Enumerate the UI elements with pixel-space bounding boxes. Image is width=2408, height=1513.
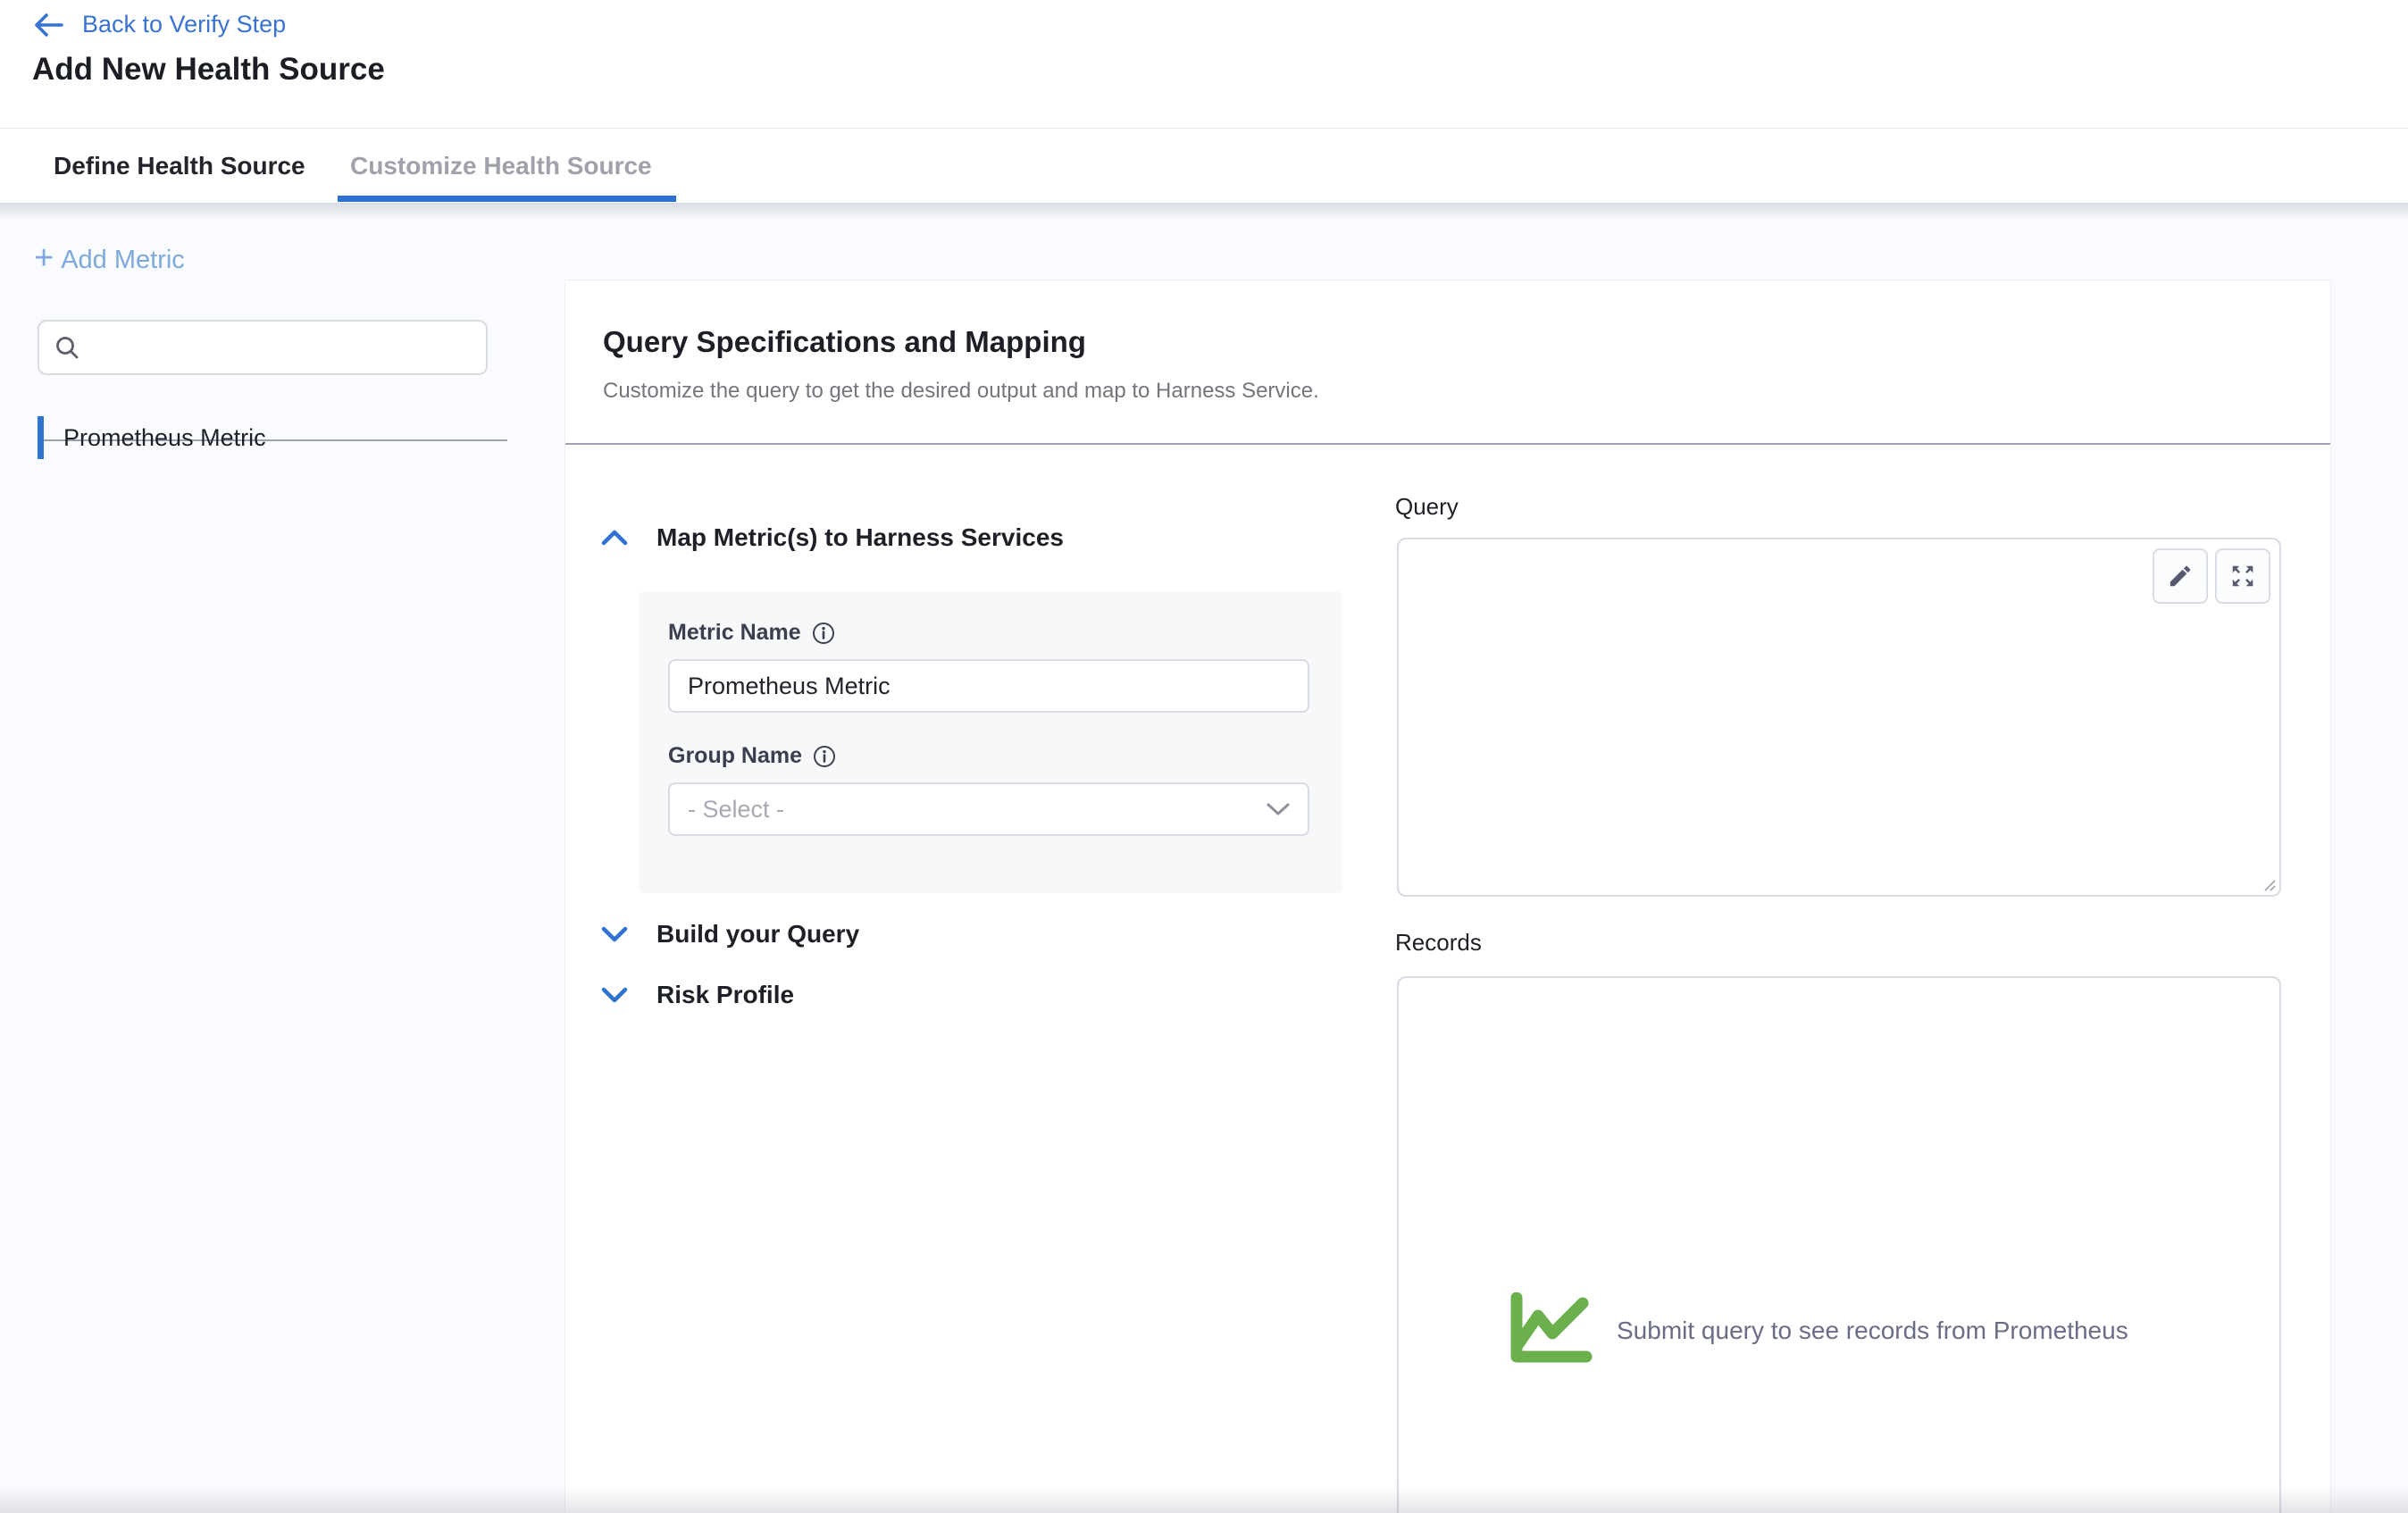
plus-icon: + — [34, 241, 54, 275]
add-metric-button[interactable]: + Add Metric — [34, 245, 185, 275]
selected-item-indicator — [38, 416, 44, 459]
query-editor-box — [1397, 538, 2281, 897]
search-icon — [54, 334, 80, 361]
metric-name-label-row: Metric Name — [668, 620, 835, 646]
group-name-select[interactable]: - Select - — [668, 782, 1309, 836]
expand-icon — [2229, 563, 2256, 589]
line-chart-icon — [1504, 1292, 1597, 1369]
records-box: Submit query to see records from Prometh… — [1397, 976, 2281, 1513]
panel-subtitle: Customize the query to get the desired o… — [603, 379, 1319, 404]
content-area: + Add Metric Prometheus Metric Query Spe… — [0, 202, 2408, 1513]
panel-header-divider — [565, 443, 2330, 445]
metric-name-input[interactable] — [668, 659, 1309, 713]
tab-define-health-source[interactable]: Define Health Source — [54, 129, 305, 203]
health-source-tabbar: Define Health Source Customize Health So… — [0, 128, 2408, 203]
add-metric-label: Add Metric — [61, 246, 185, 275]
records-empty-state: Submit query to see records from Prometh… — [1504, 1292, 2128, 1369]
query-textarea[interactable] — [1399, 539, 2279, 895]
page-title: Add New Health Source — [32, 52, 385, 88]
info-icon[interactable] — [813, 745, 836, 768]
section-map-metrics-title: Map Metric(s) to Harness Services — [656, 523, 1064, 552]
resize-handle[interactable] — [2261, 876, 2277, 892]
metric-list-item-prometheus[interactable]: Prometheus Metric — [38, 416, 266, 459]
section-build-query-title: Build your Query — [656, 920, 859, 949]
add-health-source-page: Back to Verify Step Add New Health Sourc… — [0, 0, 2408, 1513]
map-metrics-form-card: Metric Name Group Name — [639, 591, 1342, 893]
section-map-metrics-header[interactable]: Map Metric(s) to Harness Services — [601, 523, 1064, 552]
back-to-verify-step-link[interactable]: Back to Verify Step — [32, 11, 286, 38]
chevron-down-icon — [601, 924, 628, 944]
edit-query-button[interactable] — [2153, 548, 2208, 604]
tab-customize-health-source[interactable]: Customize Health Source — [350, 129, 652, 203]
back-arrow-icon — [32, 12, 64, 38]
page-header: Back to Verify Step Add New Health Sourc… — [0, 0, 2408, 128]
section-risk-profile-header[interactable]: Risk Profile — [601, 981, 794, 1009]
records-label: Records — [1395, 929, 1482, 957]
group-name-label: Group Name — [668, 743, 802, 769]
chevron-up-icon — [601, 528, 628, 548]
pencil-icon — [2167, 563, 2194, 589]
metric-name-label: Metric Name — [668, 620, 801, 646]
group-name-label-row: Group Name — [668, 743, 836, 769]
metric-search-box — [38, 320, 488, 375]
chevron-down-icon — [1267, 802, 1290, 816]
back-link-label: Back to Verify Step — [82, 11, 286, 38]
section-risk-profile-title: Risk Profile — [656, 981, 794, 1009]
expand-query-button[interactable] — [2215, 548, 2270, 604]
metric-item-label: Prometheus Metric — [63, 424, 266, 452]
section-build-query-header[interactable]: Build your Query — [601, 920, 859, 949]
query-specifications-panel: Query Specifications and Mapping Customi… — [564, 280, 2331, 1513]
records-empty-message: Submit query to see records from Prometh… — [1617, 1317, 2128, 1345]
group-name-placeholder: - Select - — [688, 796, 784, 823]
panel-title: Query Specifications and Mapping — [603, 325, 1086, 359]
metric-search-input[interactable] — [93, 333, 472, 363]
query-label: Query — [1395, 493, 1459, 521]
chevron-down-icon — [601, 985, 628, 1005]
info-icon[interactable] — [812, 622, 835, 645]
